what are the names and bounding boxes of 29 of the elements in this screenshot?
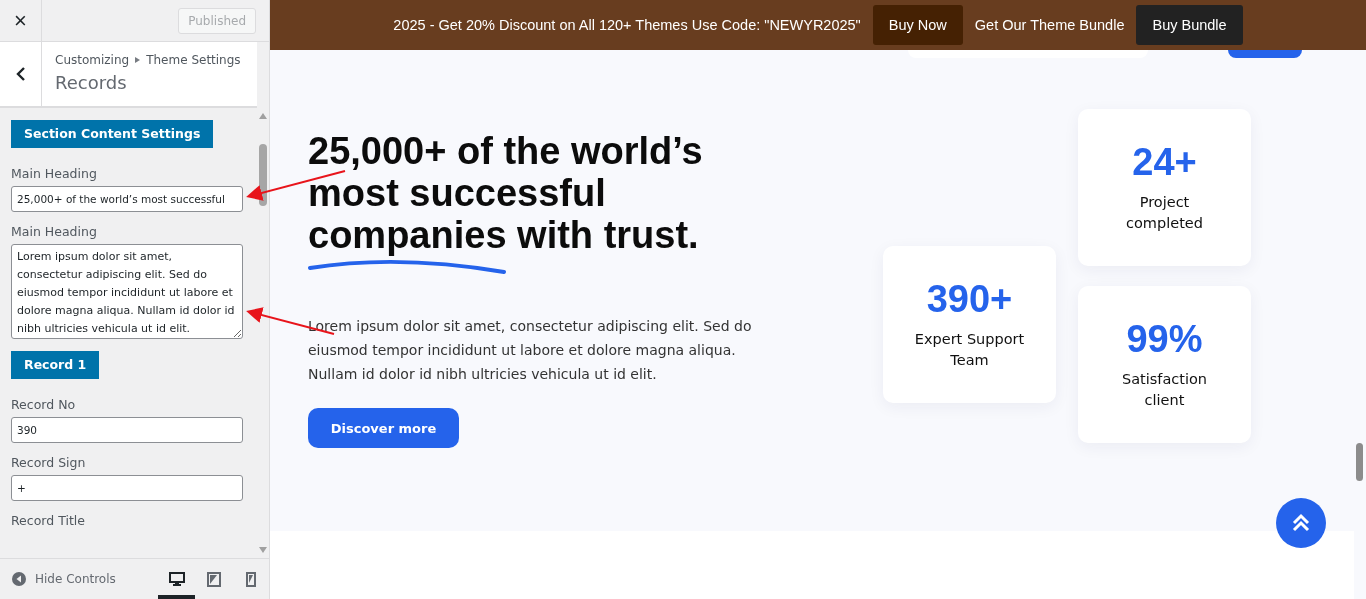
field-label: Main Heading [11, 166, 98, 181]
stat-label: Satisfaction client [1120, 370, 1209, 410]
text-field[interactable]: 390 [11, 417, 243, 443]
stat-value: 390+ [926, 277, 1013, 321]
panel-title: Records [55, 72, 128, 93]
breadcrumb-item: Customizing [55, 53, 130, 67]
stat-value: 24+ [1132, 141, 1197, 184]
hero-paragraph: Lorem ipsum dolor sit amet, consectetur adipiscing elit. Sed do eiusmod tempor incididunt ut labore et dolore magna aliqua. Nullam id dolor id nibh ultricies vehicula ut id elit. [308, 317, 753, 384]
buy-bundle-button[interactable]: Buy Bundle [1136, 5, 1243, 45]
promo-text: Get Our Theme Bundle [974, 17, 1125, 33]
text-field[interactable]: 25,000+ of the world’s most successful [11, 186, 243, 212]
breadcrumb-item: Theme Settings [146, 53, 241, 67]
field-label: Record Sign [11, 455, 87, 470]
section-heading-button[interactable]: Record 1 [11, 351, 100, 379]
discover-more-button[interactable]: Discover more [308, 408, 459, 448]
field-label: Record Title [11, 513, 86, 528]
promo-text: 2025 - Get 20% Discount on All 120+ Themes Use Code: "NEWYR2025" [393, 17, 861, 33]
hide-controls-button[interactable]: Hide Controls [12, 572, 116, 586]
field-label: Record No [11, 397, 77, 412]
close-button[interactable]: × [0, 0, 42, 41]
field-label: Main Heading [11, 224, 98, 239]
textarea-field[interactable]: Lorem ipsum dolor sit amet, consectetur adipiscing elit. Sed do eiusmod tempor incididunt ut labore et dolore magna aliqua. Nullam id dolor id nibh ultricies vehicula ut id elit. [11, 244, 243, 339]
text-field[interactable]: + [11, 475, 243, 501]
section-heading-button[interactable]: Section Content Settings [11, 120, 214, 148]
stat-value: 99% [1126, 318, 1203, 361]
hero-heading: 25,000+ of the world’s most successful companies with trust. [308, 130, 728, 256]
buy-now-button[interactable]: Buy Now [872, 5, 963, 45]
stat-label: Project completed [1125, 193, 1204, 233]
stat-label: Expert Support Team [913, 329, 1026, 370]
